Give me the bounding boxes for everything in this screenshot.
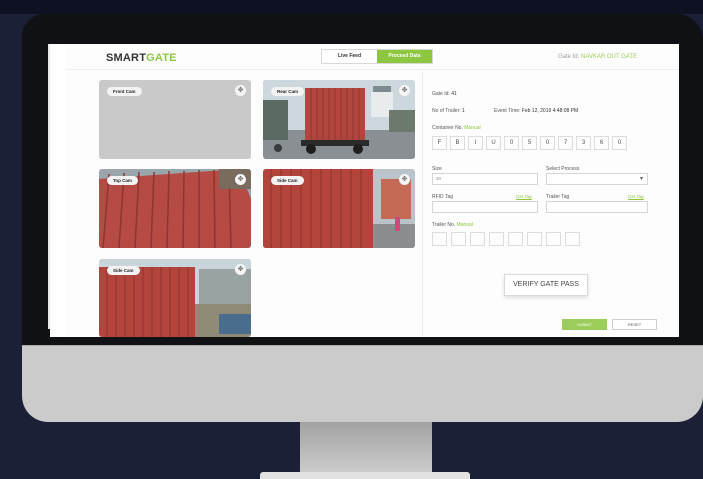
trailer-char-row [432,232,580,246]
event-time-value: Feb 12, 2019 4:48:08 PM [521,108,579,114]
container-char-box[interactable]: 0 [540,136,555,150]
camera-label: Front Cam [107,87,142,96]
camera-tile-rear[interactable]: Rear Cam ✥ [263,80,415,159]
form-gate-id-value: 41 [451,91,457,97]
trailer-no-label: Trailer No. [432,222,456,228]
event-time: Event Time: Feb 12, 2019 4:48:08 PM [494,108,578,114]
container-manual-link[interactable]: Manual [464,125,480,131]
tab-live-feed[interactable]: Live Feed [322,50,377,63]
container-char-box[interactable]: I [468,136,483,150]
container-char-row: F B I U 0 5 0 7 3 6 0 [432,136,627,150]
trailer-get-tag-link[interactable]: Get Tag [628,194,644,199]
rfid-field[interactable] [432,201,538,213]
trailer-count: No of Trailer: 1 [432,108,465,114]
trailer-manual-link[interactable]: Manual [457,222,473,228]
select-process-label: Select Process [546,166,580,172]
trailer-tag-field[interactable] [546,201,648,213]
container-char-box[interactable]: 7 [558,136,573,150]
container-char-box[interactable]: 3 [576,136,591,150]
chevron-down-icon: ▼ [639,176,644,182]
camera-tile-top[interactable]: Top Cam ✥ [99,169,251,248]
app-logo[interactable]: SMARTGATE [106,52,177,64]
monitor-stand-base [260,472,470,479]
view-tabs: Live Feed Proceed Data [321,49,433,64]
container-char-box[interactable]: 0 [504,136,519,150]
trailer-char-box[interactable] [470,232,485,246]
expand-icon[interactable]: ✥ [235,264,246,275]
trailer-char-box[interactable] [546,232,561,246]
trailer-char-box[interactable] [527,232,542,246]
form-gate-id-label: Gate Id: [432,91,450,97]
size-field[interactable]: 20 [432,173,538,185]
camera-tile-side-2[interactable]: Side Cam ✥ [99,259,251,337]
expand-icon[interactable]: ✥ [399,85,410,96]
camera-label: Side Cam [107,266,140,275]
trailer-count-label: No of Trailer: [432,108,461,114]
trailer-char-box[interactable] [565,232,580,246]
container-no: Container No. Manual [432,125,481,131]
container-char-box[interactable]: U [486,136,501,150]
rfid-get-tag-link[interactable]: Get Tag [516,194,532,199]
form-gate-id: Gate Id: 41 [432,91,457,97]
trailer-no: Trailer No. Manual [432,222,473,228]
camera-tile-side[interactable]: Side Cam ✥ [263,169,415,248]
trailer-char-box[interactable] [489,232,504,246]
monitor-stand [300,422,432,479]
rfid-label: RFID Tag [432,194,454,200]
logo-gate-text: GATE [146,52,177,64]
size-label: Size [432,166,442,172]
camera-label: Side Cam [271,176,304,185]
container-no-label: Container No. [432,125,463,131]
monitor-chin-edge [22,345,703,346]
expand-icon[interactable]: ✥ [399,174,410,185]
trailer-char-box[interactable] [508,232,523,246]
camera-tile-front[interactable]: Front Cam ✥ [99,80,251,159]
trailer-count-value: 1 [462,108,465,114]
panel-divider [422,71,423,337]
camera-label: Top Cam [107,176,138,185]
expand-icon[interactable]: ✥ [235,85,246,96]
app-screen: SMARTGATE Live Feed Proceed Data Gate Id… [50,44,679,337]
trailer-char-box[interactable] [432,232,447,246]
verify-gate-pass-button[interactable]: VERIFY GATE PASS [504,274,588,296]
container-char-box[interactable]: 0 [612,136,627,150]
select-process-dropdown[interactable]: ▼ [546,173,648,185]
expand-icon[interactable]: ✥ [235,174,246,185]
container-char-box[interactable]: 6 [594,136,609,150]
gate-pass-form: Gate Id: 41 No of Trailer: 1 Event Time:… [432,44,679,337]
logo-smart-text: SMART [106,52,147,64]
tab-proceed-data[interactable]: Proceed Data [377,50,432,63]
monitor-chin [22,345,703,422]
reset-button[interactable]: RESET [612,319,657,330]
container-char-box[interactable]: 5 [522,136,537,150]
camera-label: Rear Cam [271,87,305,96]
background-band [0,0,703,14]
trailer-char-box[interactable] [451,232,466,246]
container-char-box[interactable]: F [432,136,447,150]
submit-button[interactable]: SUBMIT [562,319,607,330]
container-char-box[interactable]: B [450,136,465,150]
event-time-label: Event Time: [494,108,521,114]
trailer-tag-label: Trailer Tag [546,194,570,200]
